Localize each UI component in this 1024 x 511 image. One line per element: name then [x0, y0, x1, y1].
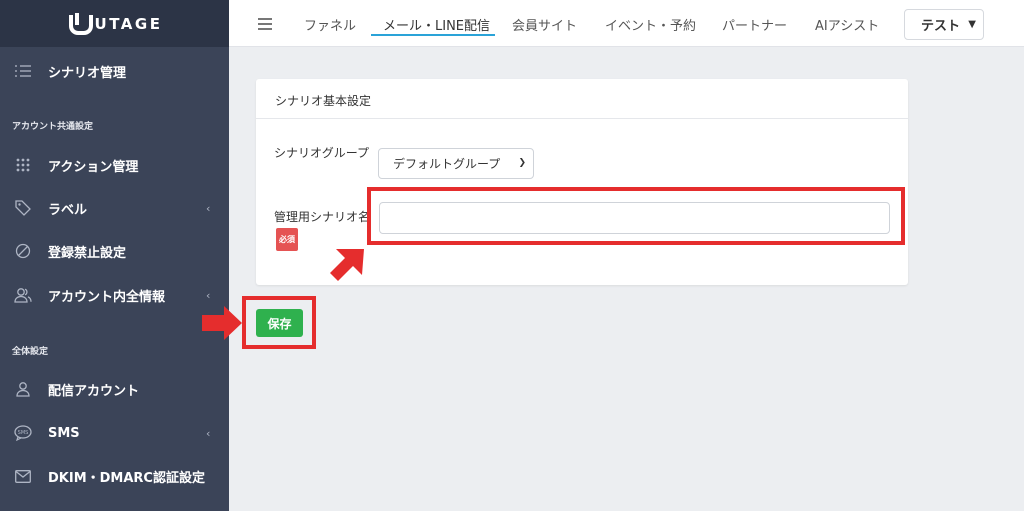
- section-global: 全体設定: [12, 347, 49, 357]
- sms-icon: SMS: [14, 424, 32, 442]
- mail-icon: [14, 467, 32, 485]
- chevron-down-icon: ▼: [968, 19, 976, 30]
- input-highlight-box: [367, 187, 905, 245]
- sidebar-item-label: アカウント内全情報: [48, 289, 166, 305]
- tab-member-site[interactable]: 会員サイト: [512, 15, 577, 34]
- sidebar-item-sms[interactable]: SMS SMS ‹: [0, 417, 229, 449]
- arrow-right-icon: [202, 306, 242, 340]
- tag-icon: [14, 199, 32, 217]
- sidebar-item-action[interactable]: アクション管理: [0, 149, 229, 181]
- card-title: シナリオ基本設定: [256, 79, 908, 119]
- sidebar: UTAGE シナリオ管理 アカウント共通設定 アクション管理 ラベル ‹ 登録禁…: [0, 0, 229, 511]
- user-select[interactable]: テスト ▼: [904, 9, 984, 40]
- grid-icon: [14, 156, 32, 174]
- chevron-left-icon: ‹: [206, 201, 211, 215]
- chevron-down-icon: ❯: [518, 158, 526, 168]
- save-highlight-box: [242, 296, 316, 349]
- sidebar-item-delivery-account[interactable]: 配信アカウント: [0, 373, 229, 405]
- sidebar-item-label: シナリオ管理: [48, 65, 127, 81]
- sidebar-item-label: SMS: [48, 425, 80, 441]
- sidebar-item-label: アクション管理: [48, 159, 139, 175]
- tab-partner[interactable]: パートナー: [722, 15, 787, 34]
- scenario-group-select[interactable]: デフォルトグループ ❯: [378, 148, 534, 179]
- arrow-up-right-icon: [330, 249, 364, 281]
- sidebar-item-dkim[interactable]: DKIM・DMARC認証設定: [0, 460, 229, 492]
- tab-event[interactable]: イベント・予約: [605, 15, 696, 34]
- sidebar-item-label: 登録禁止設定: [48, 245, 127, 261]
- list-icon: [14, 62, 32, 80]
- tab-mail-line[interactable]: メール・LINE配信: [383, 15, 490, 34]
- sidebar-item-label: 配信アカウント: [48, 383, 140, 399]
- tab-funnel[interactable]: ファネル: [304, 15, 356, 34]
- name-label-text: 管理用シナリオ名: [274, 210, 371, 224]
- sidebar-item-label: ラベル: [48, 202, 88, 218]
- sidebar-item-scenario[interactable]: シナリオ管理: [0, 55, 229, 87]
- scenario-group-value: デフォルトグループ: [393, 157, 501, 171]
- top-navigation: ファネル メール・LINE配信 会員サイト イベント・予約 パートナー AIアシ…: [229, 0, 1024, 47]
- brand-name: UTAGE: [94, 14, 163, 33]
- ban-icon: [14, 242, 32, 260]
- users-icon: [14, 286, 32, 304]
- user-icon: [14, 380, 32, 398]
- required-badge: 必須: [276, 228, 298, 251]
- sidebar-item-account-info[interactable]: アカウント内全情報 ‹: [0, 279, 229, 311]
- group-label: シナリオグループ: [274, 143, 374, 164]
- sidebar-item-registration-ban[interactable]: 登録禁止設定: [0, 235, 229, 267]
- group-label-text: シナリオグループ: [274, 146, 370, 160]
- tab-ai-assist[interactable]: AIアシスト: [815, 15, 879, 34]
- section-account-common: アカウント共通設定: [12, 122, 94, 132]
- utage-logo-icon: [67, 12, 93, 35]
- chevron-left-icon: ‹: [206, 288, 211, 302]
- sidebar-item-label: DKIM・DMARC認証設定: [48, 470, 205, 486]
- user-select-value: テスト: [921, 19, 961, 34]
- svg-text:SMS: SMS: [18, 430, 29, 436]
- chevron-left-icon: ‹: [206, 426, 211, 440]
- active-tab-indicator: [371, 34, 495, 36]
- hamburger-menu-icon[interactable]: [258, 18, 272, 30]
- sidebar-item-label-menu[interactable]: ラベル ‹: [0, 192, 229, 224]
- brand-logo[interactable]: UTAGE: [0, 0, 229, 47]
- name-label: 管理用シナリオ名 必須: [274, 207, 370, 251]
